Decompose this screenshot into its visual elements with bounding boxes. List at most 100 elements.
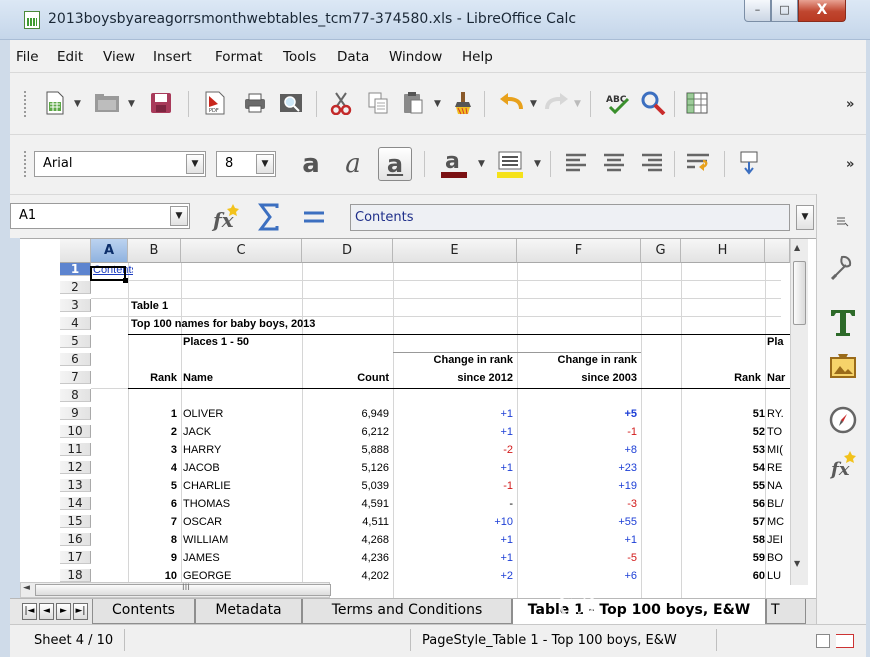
row-header-12[interactable]: 12 — [60, 461, 91, 474]
horizontal-scroll-thumb[interactable]: III — [35, 583, 331, 596]
column-header-f[interactable]: F — [517, 239, 641, 263]
formula-input[interactable]: Contents — [350, 204, 790, 231]
name-box-dropdown-button[interactable]: ▼ — [170, 206, 188, 226]
toolbar-grip[interactable] — [24, 151, 27, 177]
column-header-b[interactable]: B — [128, 239, 181, 263]
save-icon[interactable] — [148, 90, 174, 116]
scroll-up-arrow[interactable]: ▲ — [794, 243, 800, 252]
new-document-icon[interactable] — [42, 90, 68, 116]
menu-insert[interactable]: Insert — [153, 49, 192, 65]
row-header-1[interactable]: 1 — [60, 263, 91, 276]
font-size-combo[interactable]: 8 ▼ — [216, 151, 276, 177]
bold-button[interactable]: a — [298, 149, 324, 179]
highlight-color-button[interactable] — [492, 147, 528, 181]
expand-formula-button[interactable]: ▼ — [796, 205, 814, 230]
column-header-a[interactable]: A — [91, 239, 128, 263]
next-sheet-button[interactable]: ► — [56, 603, 71, 620]
print-preview-icon[interactable] — [278, 90, 304, 116]
first-sheet-button[interactable]: |◄ — [22, 603, 37, 620]
row-header-4[interactable]: 4 — [60, 317, 91, 330]
row-header-18[interactable]: 18 — [60, 569, 91, 582]
scroll-left-arrow[interactable]: ◄ — [23, 583, 30, 593]
row-header-13[interactable]: 13 — [60, 479, 91, 492]
vertical-scroll-thumb[interactable] — [793, 261, 806, 325]
horizontal-scrollbar[interactable]: ◄ III — [20, 582, 331, 598]
gallery-icon[interactable] — [827, 350, 859, 382]
copy-icon[interactable] — [365, 90, 391, 116]
row-header-10[interactable]: 10 — [60, 425, 91, 438]
spellcheck-icon[interactable]: ABC — [604, 90, 632, 116]
styles-icon[interactable] — [827, 306, 859, 338]
close-button[interactable]: X — [798, 0, 846, 22]
scroll-down-arrow[interactable]: ▼ — [794, 559, 800, 568]
wrap-text-icon[interactable] — [684, 149, 714, 177]
undo-dropdown-arrow[interactable]: ▼ — [530, 99, 537, 109]
maximize-button[interactable]: □ — [771, 0, 798, 22]
menu-edit[interactable]: Edit — [57, 49, 83, 65]
view-layout-icon[interactable] — [836, 634, 854, 648]
select-all-corner[interactable] — [60, 239, 91, 263]
column-header-g[interactable]: G — [641, 239, 681, 263]
paste-icon[interactable] — [400, 90, 426, 116]
autocheck-icon[interactable] — [640, 90, 668, 116]
tab-metadata[interactable]: Metadata — [195, 599, 302, 624]
menu-format[interactable]: Format — [215, 49, 263, 65]
menu-data[interactable]: Data — [337, 49, 369, 65]
menu-window[interactable]: Window — [389, 49, 442, 65]
column-header-d[interactable]: D — [302, 239, 393, 263]
navigator-icon[interactable] — [827, 404, 859, 436]
clone-formatting-icon[interactable] — [450, 90, 476, 116]
export-pdf-icon[interactable]: PDF — [202, 90, 228, 116]
row-header-17[interactable]: 17 — [60, 551, 91, 564]
sidebar-menu-icon[interactable] — [831, 212, 853, 230]
tab-next-sheet[interactable]: T — [766, 599, 806, 624]
new-dropdown-arrow[interactable]: ▼ — [74, 99, 81, 109]
properties-icon[interactable] — [827, 252, 859, 284]
spreadsheet-grid[interactable]: A B C D E F G H 1 2 3 4 5 6 7 8 9 10 11 … — [20, 238, 816, 598]
align-center-icon[interactable] — [600, 149, 628, 177]
align-right-icon[interactable] — [638, 149, 666, 177]
font-color-dropdown-arrow[interactable]: ▼ — [478, 159, 485, 169]
sum-icon[interactable] — [256, 201, 282, 233]
font-size-dropdown-button[interactable]: ▼ — [256, 154, 274, 174]
open-dropdown-arrow[interactable]: ▼ — [128, 99, 135, 109]
previous-sheet-button[interactable]: ◄ — [39, 603, 54, 620]
menu-help[interactable]: Help — [462, 49, 493, 65]
merge-cells-icon[interactable] — [736, 149, 762, 177]
tab-terms-and-conditions[interactable]: Terms and Conditions — [302, 599, 512, 624]
undo-icon[interactable] — [498, 90, 526, 116]
row-header-15[interactable]: 15 — [60, 515, 91, 528]
row-header-6[interactable]: 6 — [60, 353, 91, 366]
row-header-5[interactable]: 5 — [60, 335, 91, 348]
column-header-i[interactable] — [765, 239, 790, 263]
cut-icon[interactable] — [328, 90, 354, 116]
font-name-combo[interactable]: Arial ▼ — [34, 151, 206, 177]
redo-dropdown-arrow[interactable]: ▼ — [574, 99, 581, 109]
last-sheet-button[interactable]: ►| — [73, 603, 88, 620]
equals-icon[interactable] — [300, 201, 328, 233]
zoom-slider-icon[interactable] — [816, 634, 830, 648]
redo-icon[interactable] — [542, 90, 570, 116]
column-header-c[interactable]: C — [181, 239, 302, 263]
open-folder-icon[interactable] — [92, 90, 122, 116]
tab-contents[interactable]: Contents — [92, 599, 195, 624]
row-header-11[interactable]: 11 — [60, 443, 91, 456]
minimize-button[interactable]: – — [744, 0, 771, 22]
row-header-3[interactable]: 3 — [60, 299, 91, 312]
row-header-2[interactable]: 2 — [60, 281, 91, 294]
row-header-16[interactable]: 16 — [60, 533, 91, 546]
underline-button[interactable]: a — [378, 147, 412, 181]
vertical-scrollbar[interactable]: ▲ ▼ — [790, 239, 808, 585]
paste-dropdown-arrow[interactable]: ▼ — [434, 99, 441, 109]
toolbar-more-button[interactable]: » — [846, 97, 854, 112]
column-header-e[interactable]: E — [393, 239, 517, 263]
italic-button[interactable]: a — [340, 149, 366, 179]
menu-file[interactable]: File — [16, 49, 39, 65]
font-color-button[interactable]: a — [436, 147, 472, 181]
menu-view[interactable]: View — [103, 49, 135, 65]
function-wizard-icon[interactable]: fx — [208, 201, 242, 233]
row-header-7[interactable]: 7 — [60, 371, 91, 384]
functions-icon[interactable]: fx — [827, 448, 859, 480]
font-name-dropdown-button[interactable]: ▼ — [186, 154, 204, 174]
formatting-more-button[interactable]: » — [846, 157, 854, 172]
